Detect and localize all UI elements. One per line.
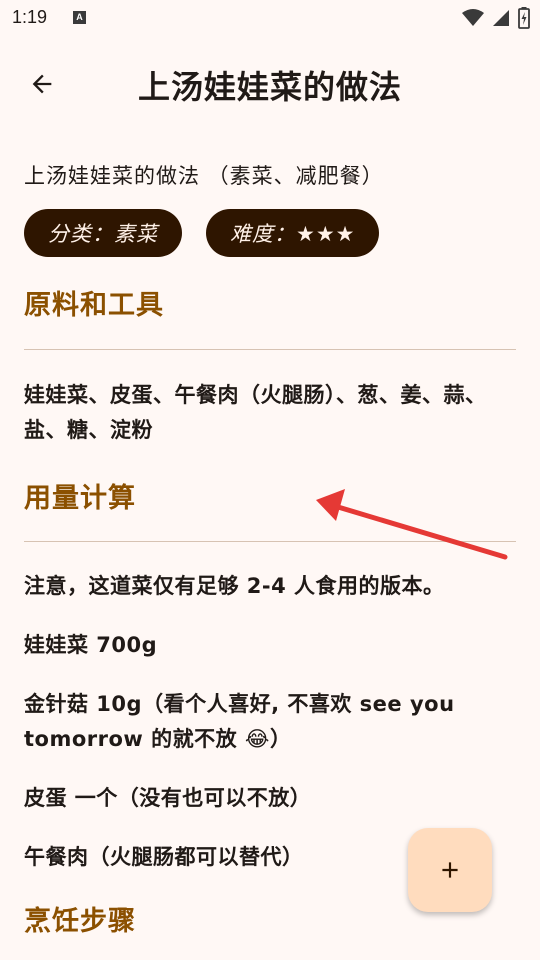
ingredients-text: 娃娃菜、皮蛋、午餐肉（火腿肠）、葱、姜、蒜、盐、糖、淀粉 [24, 383, 487, 442]
status-bar: 1:19 A [0, 0, 540, 36]
quantity-item: 娃娃菜 700g [24, 633, 158, 657]
add-fab-button[interactable] [408, 828, 492, 912]
status-time: 1:19 [12, 7, 48, 27]
page-title: 上汤娃娃菜的做法 [137, 68, 402, 106]
quantity-item: 金针菇 10g（看个人喜好, 不喜欢 see you tomorrow 的就不放… [24, 692, 455, 751]
quantities-note: 注意，这道菜仅有足够 2-4 人食用的版本。 [24, 574, 445, 598]
plus-icon [442, 862, 458, 878]
status-icons [462, 7, 530, 29]
quantity-item: 皮蛋 一个（没有也可以不放） [24, 786, 312, 810]
recipe-chips: 分类：素菜 难度：★★★ [24, 209, 516, 257]
ingredients-section-title: 原料和工具 [24, 290, 164, 321]
quantities-section-title: 用量计算 [24, 483, 136, 514]
cellular-signal-icon [493, 10, 509, 26]
difficulty-chip[interactable]: 难度：★★★ [206, 209, 380, 257]
battery-charging-icon [518, 7, 530, 29]
category-chip[interactable]: 分类：素菜 [24, 209, 182, 257]
notification-icon: A [73, 11, 86, 24]
wifi-icon [462, 9, 484, 26]
quantities-divider [24, 541, 516, 542]
app-bar: 上汤娃娃菜的做法 [0, 48, 540, 120]
recipe-subtitle: 上汤娃娃菜的做法 （素菜、减肥餐） [24, 164, 384, 188]
ingredients-divider [24, 349, 516, 350]
recipe-content: 上汤娃娃菜的做法 （素菜、减肥餐） 分类：素菜 难度：★★★ 原料和工具 娃娃菜… [24, 150, 516, 938]
